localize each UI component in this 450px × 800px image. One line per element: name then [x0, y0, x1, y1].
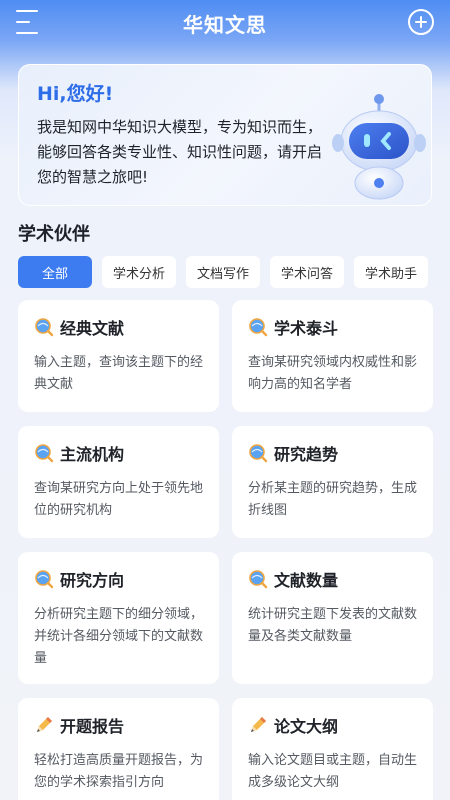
filter-bar: 全部 学术分析 文档写作 学术问答 学术助手	[18, 256, 450, 288]
card-literature-count[interactable]: 文献数量 统计研究主题下发表的文献数量及各类文献数量	[232, 552, 433, 684]
card-desc: 查询某研究领域内权威性和影响力高的知名学者	[248, 355, 418, 392]
section-title-partners: 学术伙伴	[18, 224, 90, 245]
card-desc: 分析研究主题下的细分领域，并统计各细分领域下的文献数量	[34, 607, 204, 666]
card-desc: 输入主题，查询该主题下的经典文献	[34, 355, 204, 392]
menu-icon[interactable]	[16, 10, 42, 34]
card-desc: 统计研究主题下发表的文献数量及各类文献数量	[248, 607, 418, 644]
card-title: 开题报告	[60, 717, 125, 736]
card-title: 文献数量	[274, 571, 339, 590]
card-desc: 输入论文题目或主题，自动生成多级论文大纲	[248, 753, 418, 790]
card-desc: 轻松打造高质量开题报告，为您的学术探索指引方向	[34, 753, 204, 790]
globe-search-icon	[35, 444, 54, 463]
card-classic-literature[interactable]: 经典文献 输入主题，查询该主题下的经典文献	[18, 300, 219, 412]
card-research-direction[interactable]: 研究方向 分析研究主题下的细分领域，并统计各细分领域下的文献数量	[18, 552, 219, 684]
card-title: 主流机构	[60, 445, 125, 464]
card-title: 学术泰斗	[274, 319, 339, 338]
app-title: 华知文思	[183, 12, 267, 37]
filter-chip-analysis[interactable]: 学术分析	[102, 256, 176, 288]
card-title: 研究趋势	[274, 445, 339, 464]
card-proposal-report[interactable]: 开题报告 轻松打造高质量开题报告，为您的学术探索指引方向	[18, 698, 219, 800]
card-title: 研究方向	[60, 571, 125, 590]
filter-chip-assistant[interactable]: 学术助手	[354, 256, 428, 288]
robot-mascot-icon	[332, 94, 426, 200]
card-academic-masters[interactable]: 学术泰斗 查询某研究领域内权威性和影响力高的知名学者	[232, 300, 433, 412]
app-header: 华知文思	[0, 0, 450, 46]
globe-search-icon	[249, 570, 268, 589]
card-desc: 查询某研究方向上处于领先地位的研究机构	[34, 481, 204, 518]
card-mainstream-institutions[interactable]: 主流机构 查询某研究方向上处于领先地位的研究机构	[18, 426, 219, 538]
plus-circle-icon[interactable]	[408, 9, 434, 35]
globe-search-icon	[35, 570, 54, 589]
pencil-icon	[251, 717, 266, 732]
globe-search-icon	[35, 318, 54, 337]
greeting-title: Hi,您好!	[37, 83, 114, 105]
card-title: 论文大纲	[274, 717, 339, 736]
card-title: 经典文献	[60, 319, 125, 338]
greeting-text: 我是知网中华知识大模型，专为知识而生，能够回答各类专业性、知识性问题，请开启您的…	[37, 118, 323, 186]
globe-search-icon	[249, 444, 268, 463]
filter-chip-qa[interactable]: 学术问答	[270, 256, 344, 288]
filter-chip-writing[interactable]: 文档写作	[186, 256, 260, 288]
card-desc: 分析某主题的研究趋势，生成折线图	[248, 481, 418, 518]
pencil-icon	[37, 717, 52, 732]
filter-chip-all[interactable]: 全部	[18, 256, 92, 288]
greeting-card: Hi,您好! 我是知网中华知识大模型，专为知识而生，能够回答各类专业性、知识性问…	[18, 64, 432, 206]
card-paper-outline[interactable]: 论文大纲 输入论文题目或主题，自动生成多级论文大纲	[232, 698, 433, 800]
card-research-trend[interactable]: 研究趋势 分析某主题的研究趋势，生成折线图	[232, 426, 433, 538]
globe-search-icon	[249, 318, 268, 337]
